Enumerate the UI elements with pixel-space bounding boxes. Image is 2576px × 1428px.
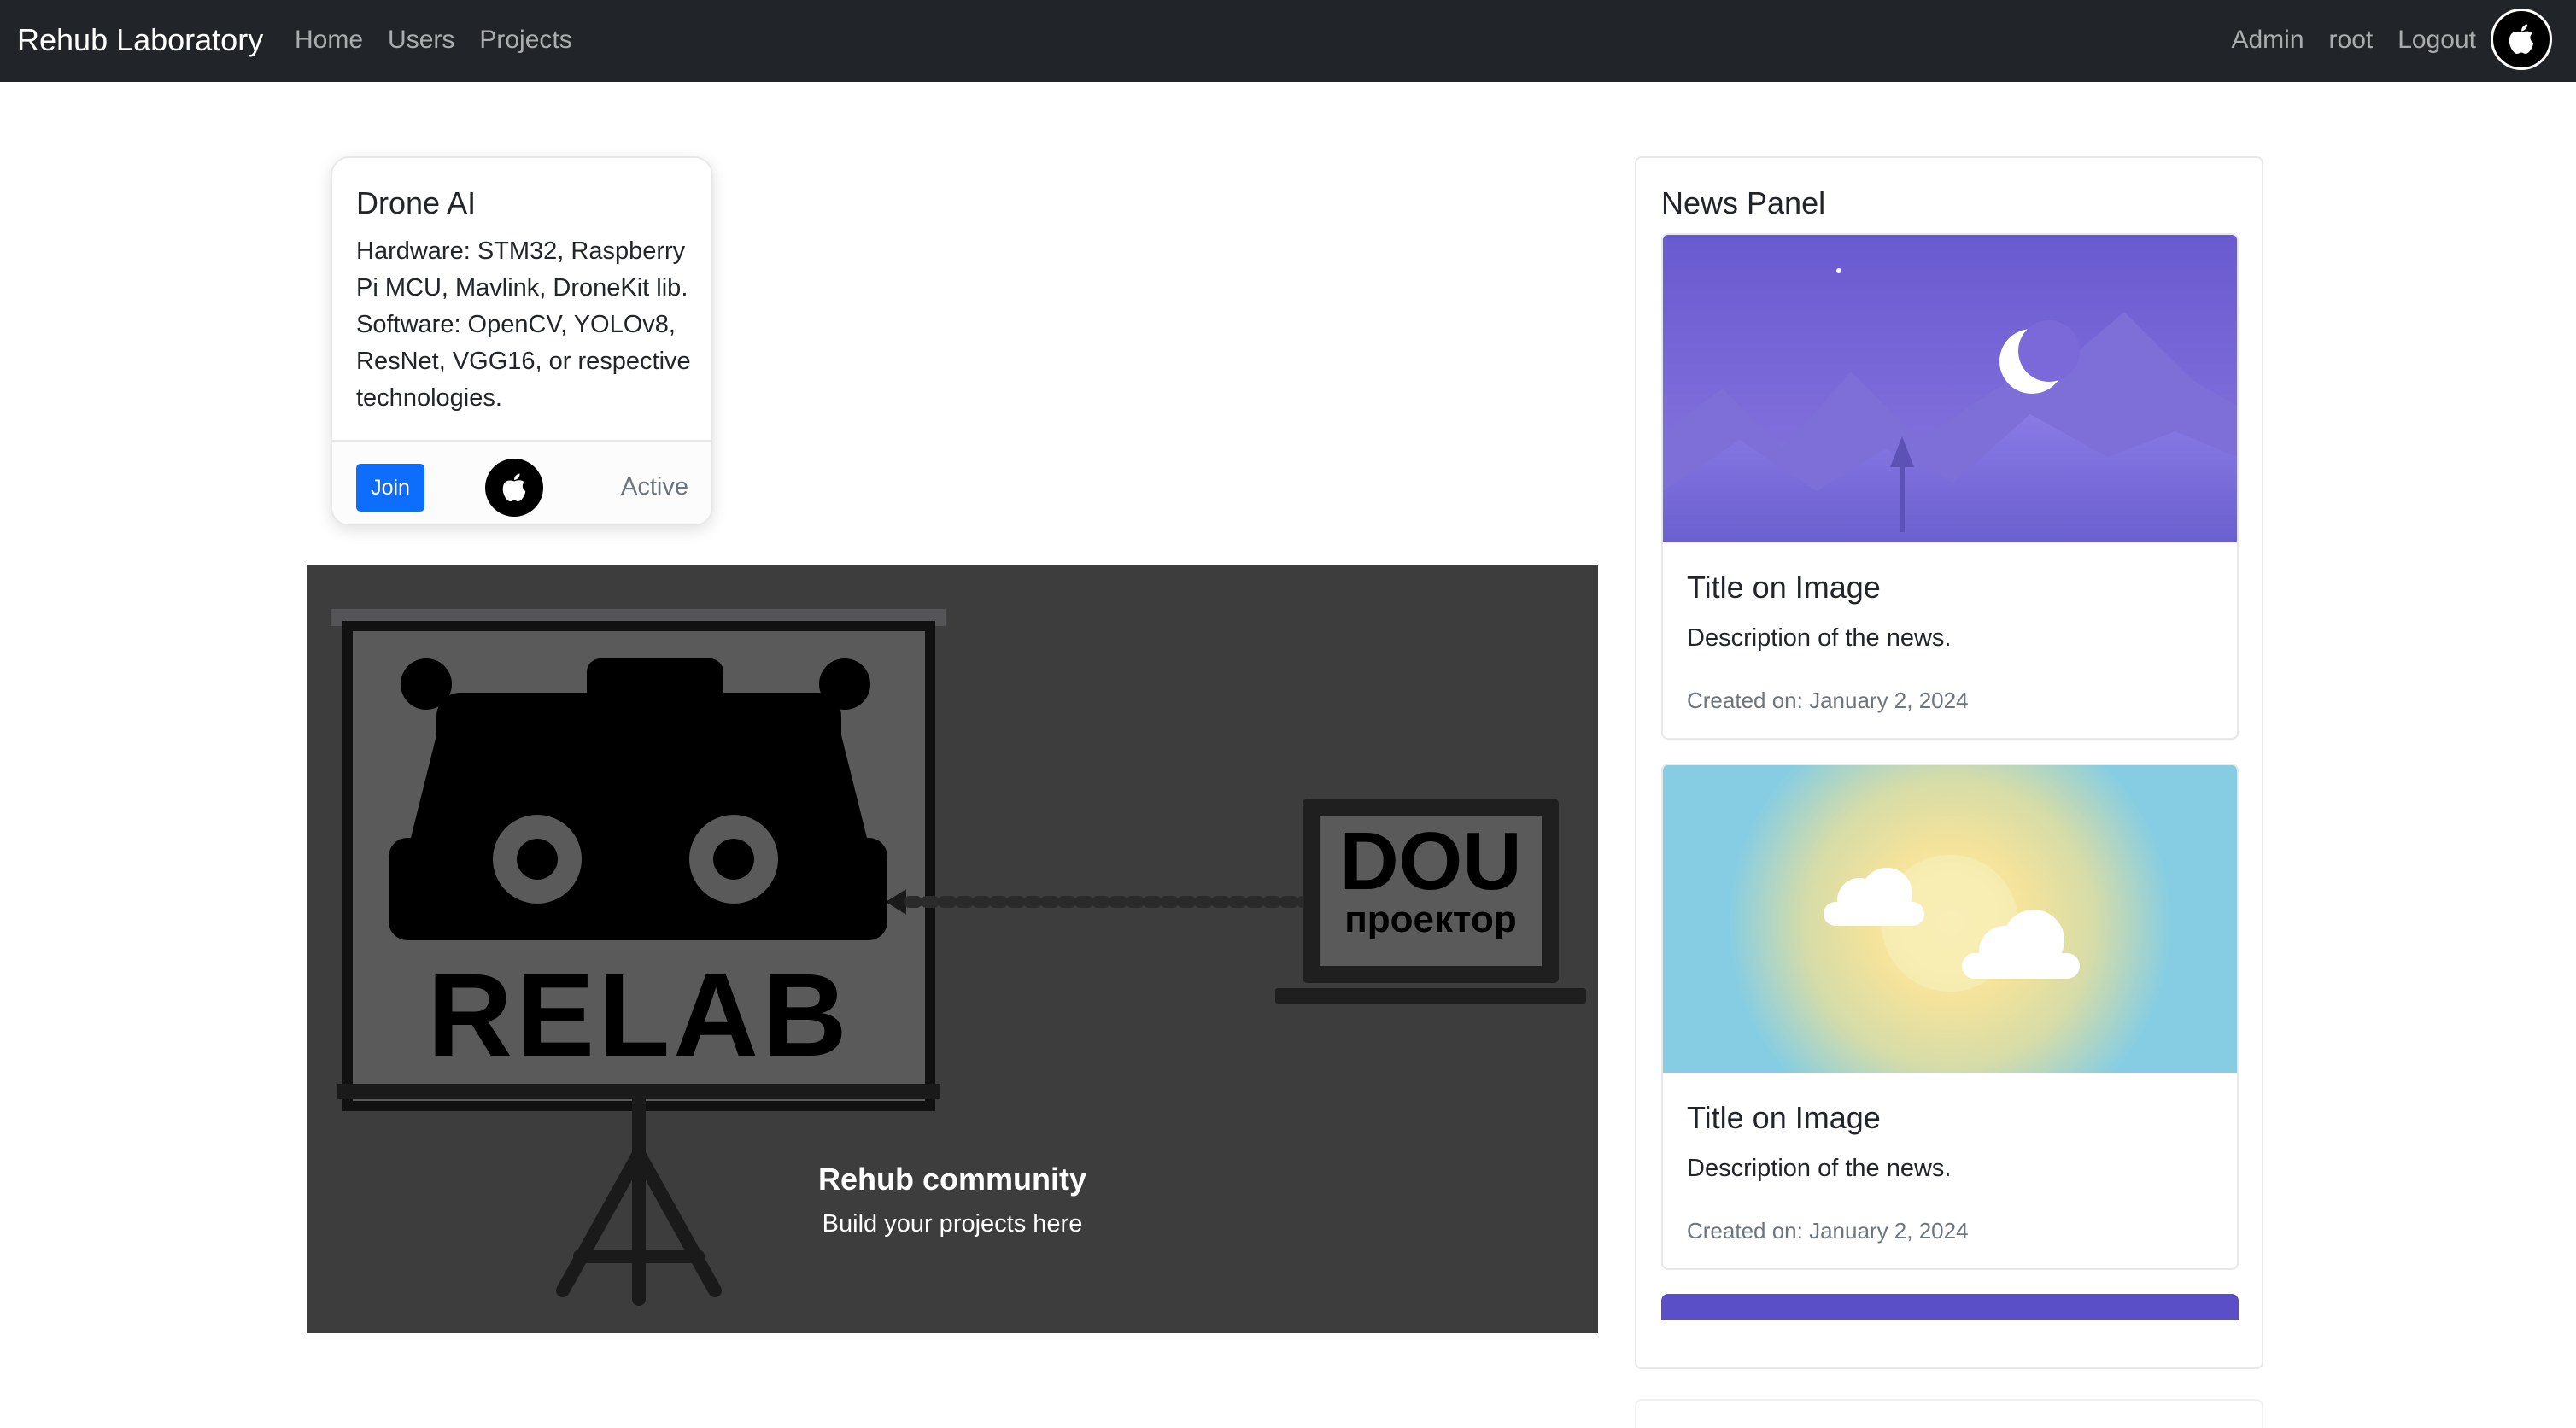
laptop-projector-text: проектор <box>1344 898 1517 940</box>
news-card-partial[interactable] <box>1661 1294 2239 1320</box>
nav-link-projects[interactable]: Projects <box>479 22 571 58</box>
hero-banner: RELAB DOU проектор Rehub community Build… <box>307 565 1598 1333</box>
user-nav: Admin root Logout <box>2231 22 2476 58</box>
news-title: Title on Image <box>1687 570 1881 605</box>
project-description: Hardware: STM32, Raspberry Pi MCU, Mavli… <box>356 237 691 412</box>
project-card: Drone AI Hardware: STM32, Raspberry Pi M… <box>331 156 713 526</box>
apple-icon <box>502 473 526 501</box>
hero-subtitle: Build your projects here <box>822 1210 1083 1238</box>
laptop-dou-text: DOU <box>1339 816 1521 907</box>
news-description: Description of the news. <box>1687 1155 1952 1182</box>
nav-link-home[interactable]: Home <box>295 22 363 58</box>
nav-link-admin[interactable]: Admin <box>2231 22 2304 58</box>
project-card-footer: Join Active <box>332 440 711 524</box>
relab-logo-text: RELAB <box>427 950 850 1081</box>
user-avatar[interactable] <box>2491 9 2552 70</box>
apple-icon <box>2509 24 2533 54</box>
brand-link[interactable]: Rehub Laboratory <box>17 20 263 60</box>
project-owner-avatar[interactable] <box>485 459 543 517</box>
night-mountains-image <box>1663 235 2237 542</box>
main-nav: Home Users Projects <box>295 22 572 58</box>
join-button[interactable]: Join <box>356 464 424 512</box>
nav-link-logout[interactable]: Logout <box>2397 22 2476 58</box>
news-description: Description of the news. <box>1687 624 1952 652</box>
news-card[interactable]: Title on Image Description of the news. … <box>1661 764 2239 1270</box>
project-title: Drone AI <box>356 185 477 220</box>
sun-clouds-image <box>1663 765 2237 1073</box>
news-panel-title: News Panel <box>1661 185 1826 220</box>
news-card[interactable]: Title on Image Description of the news. … <box>1661 233 2239 740</box>
news-date: Created on: January 2, 2024 <box>1687 1218 1969 1244</box>
top-navbar: Rehub Laboratory Home Users Projects Adm… <box>0 0 2576 82</box>
next-panel-partial <box>1635 1399 2263 1428</box>
news-title: Title on Image <box>1687 1100 1881 1135</box>
project-status: Active <box>621 473 688 500</box>
nav-link-users[interactable]: Users <box>388 22 454 58</box>
news-date: Created on: January 2, 2024 <box>1687 688 1969 713</box>
nav-link-username[interactable]: root <box>2329 22 2374 58</box>
hero-title: Rehub community <box>817 1162 1086 1197</box>
news-panel: News Panel Title on Image Description of… <box>1635 156 2263 1369</box>
